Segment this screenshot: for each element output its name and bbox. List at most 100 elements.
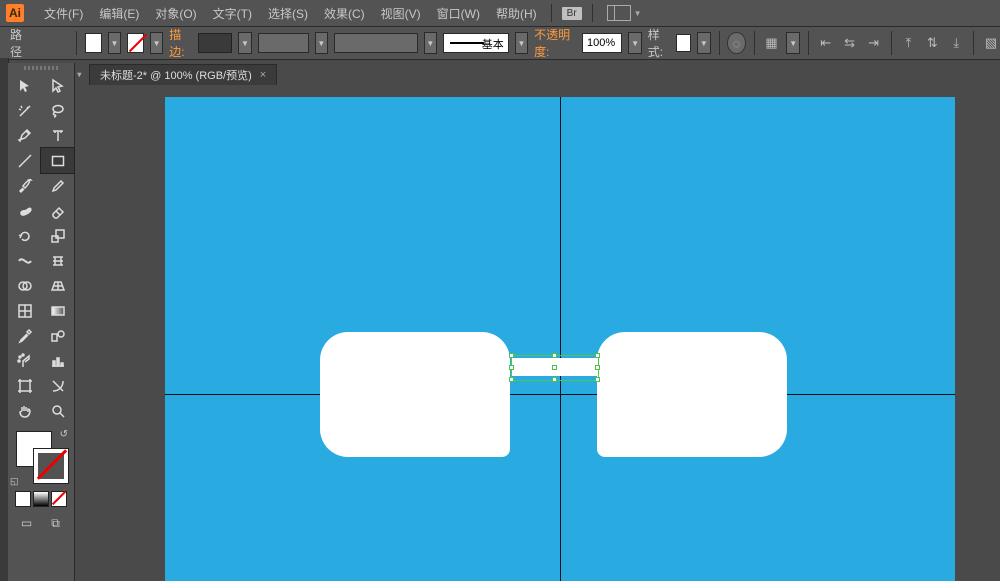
- color-mode-none[interactable]: [51, 491, 67, 507]
- tool-gradient[interactable]: [41, 298, 74, 323]
- style-label: 样式:: [648, 26, 670, 60]
- color-mode-gradient[interactable]: [33, 491, 49, 507]
- recolor-artwork-icon[interactable]: ◌: [727, 32, 745, 54]
- brush-style-display[interactable]: [443, 33, 509, 53]
- transform-panel-icon[interactable]: ▧: [982, 32, 1000, 54]
- document-tab-row: ▸ 未标题-2* @ 100% (RGB/预览) ×: [75, 63, 1000, 85]
- tool-eyedropper[interactable]: [8, 323, 41, 348]
- swap-fill-stroke-icon[interactable]: ↺: [60, 429, 68, 440]
- opacity-input[interactable]: 100%: [582, 33, 622, 53]
- tool-blend[interactable]: [41, 323, 74, 348]
- stroke-label: 描边:: [169, 26, 191, 60]
- tool-magic-wand[interactable]: [8, 98, 41, 123]
- selection-handle[interactable]: [552, 353, 557, 358]
- tool-scale[interactable]: [41, 223, 74, 248]
- selection-bounding-box[interactable]: [511, 355, 599, 381]
- align-center-h-icon[interactable]: ⇆: [841, 32, 859, 54]
- selection-type-label: 路径: [10, 26, 30, 60]
- menu-item-7[interactable]: 窗口(W): [429, 5, 488, 22]
- tool-blob-brush[interactable]: [8, 198, 41, 223]
- panel-grip-icon[interactable]: [8, 63, 74, 73]
- selection-handle[interactable]: [509, 377, 514, 382]
- workspace-layout-icon[interactable]: [607, 5, 631, 21]
- tool-zoom[interactable]: [41, 398, 74, 423]
- control-bar: 路径 ▼ ▼ 描边: ▼ ▼ ▼ ▼ 不透明度: 100% ▼ 样式: ▼ ◌ …: [0, 27, 1000, 60]
- menu-item-2[interactable]: 对象(O): [147, 5, 204, 22]
- stroke-swatch[interactable]: [127, 33, 144, 53]
- tool-shape-builder[interactable]: [8, 273, 41, 298]
- tool-type[interactable]: [41, 123, 74, 148]
- selection-handle[interactable]: [509, 353, 514, 358]
- artboard[interactable]: [165, 97, 955, 581]
- fill-swatch[interactable]: [85, 33, 102, 53]
- stroke-profile-dropdown[interactable]: [258, 33, 309, 53]
- tool-artboard[interactable]: [8, 373, 41, 398]
- bridge-badge[interactable]: Br: [562, 7, 582, 20]
- stroke-weight-dropdown[interactable]: ▼: [238, 32, 251, 54]
- menu-item-0[interactable]: 文件(F): [36, 5, 91, 22]
- tool-pencil[interactable]: [41, 173, 74, 198]
- menu-item-1[interactable]: 编辑(E): [91, 5, 147, 22]
- selection-handle[interactable]: [509, 365, 514, 370]
- tool-lasso[interactable]: [41, 98, 74, 123]
- tools-panel: ↺ ◱ ▭ ⧉: [8, 63, 75, 581]
- tool-symbol-sprayer[interactable]: [8, 348, 41, 373]
- color-mode-solid[interactable]: [15, 491, 31, 507]
- brush-definition-dropdown[interactable]: [334, 33, 418, 53]
- tool-hand[interactable]: [8, 398, 41, 423]
- document-tab[interactable]: 未标题-2* @ 100% (RGB/预览) ×: [89, 64, 277, 85]
- stroke-dropdown[interactable]: ▼: [150, 32, 163, 54]
- selection-handle[interactable]: [552, 377, 557, 382]
- chevron-down-icon[interactable]: ▼: [634, 9, 642, 18]
- tool-rectangle[interactable]: [41, 148, 74, 173]
- align-right-icon[interactable]: ⇥: [865, 32, 883, 54]
- stroke-color-swatch[interactable]: [34, 449, 68, 483]
- tool-direct-selection[interactable]: [41, 73, 74, 98]
- tool-eraser[interactable]: [41, 198, 74, 223]
- menu-bar: Ai 文件(F)编辑(E)对象(O)文字(T)选择(S)效果(C)视图(V)窗口…: [0, 0, 1000, 27]
- guide-horizontal[interactable]: [165, 394, 955, 395]
- graphic-style-swatch[interactable]: [676, 34, 691, 52]
- menu-item-3[interactable]: 文字(T): [205, 5, 260, 22]
- align-left-icon[interactable]: ⇤: [817, 32, 835, 54]
- fill-dropdown[interactable]: ▼: [108, 32, 121, 54]
- opacity-dropdown[interactable]: ▼: [628, 32, 641, 54]
- separator: [592, 4, 593, 22]
- align-center-v-icon[interactable]: ⇅: [923, 32, 941, 54]
- tool-pen[interactable]: [8, 123, 41, 148]
- change-screen-mode-icon[interactable]: ⧉: [47, 515, 65, 531]
- selection-handle[interactable]: [595, 353, 600, 358]
- selection-handle[interactable]: [552, 365, 557, 370]
- guide-vertical[interactable]: [560, 97, 561, 581]
- tool-perspective[interactable]: [41, 273, 74, 298]
- fill-stroke-block: ↺ ◱: [8, 427, 74, 487]
- selection-handle[interactable]: [595, 365, 600, 370]
- app-logo-icon: Ai: [6, 4, 24, 22]
- shape-right-lens[interactable]: [597, 332, 787, 457]
- tool-graph[interactable]: [41, 348, 74, 373]
- menu-item-5[interactable]: 效果(C): [316, 5, 373, 22]
- selection-handle[interactable]: [595, 377, 600, 382]
- separator: [551, 4, 552, 22]
- menu-item-4[interactable]: 选择(S): [260, 5, 316, 22]
- default-fill-stroke-icon[interactable]: ◱: [10, 476, 19, 487]
- stroke-weight-input[interactable]: [198, 33, 233, 53]
- screen-mode-icon[interactable]: ▭: [18, 515, 36, 531]
- canvas-area[interactable]: [75, 85, 1000, 581]
- tool-warp[interactable]: [41, 248, 74, 273]
- color-mode-row: [8, 487, 74, 511]
- tool-rotate[interactable]: [8, 223, 41, 248]
- align-bottom-icon[interactable]: ⤓: [947, 32, 965, 54]
- tool-width[interactable]: [8, 248, 41, 273]
- close-icon[interactable]: ×: [260, 69, 266, 81]
- tool-paintbrush[interactable]: [8, 173, 41, 198]
- menu-item-6[interactable]: 视图(V): [373, 5, 429, 22]
- tool-line[interactable]: [8, 148, 41, 173]
- tool-mesh[interactable]: [8, 298, 41, 323]
- tool-selection[interactable]: [8, 73, 41, 98]
- align-panel-icon[interactable]: ▦: [763, 32, 781, 54]
- align-top-icon[interactable]: ⤒: [899, 32, 917, 54]
- tool-slice[interactable]: [41, 373, 74, 398]
- shape-left-lens[interactable]: [320, 332, 510, 457]
- menu-item-8[interactable]: 帮助(H): [488, 5, 545, 22]
